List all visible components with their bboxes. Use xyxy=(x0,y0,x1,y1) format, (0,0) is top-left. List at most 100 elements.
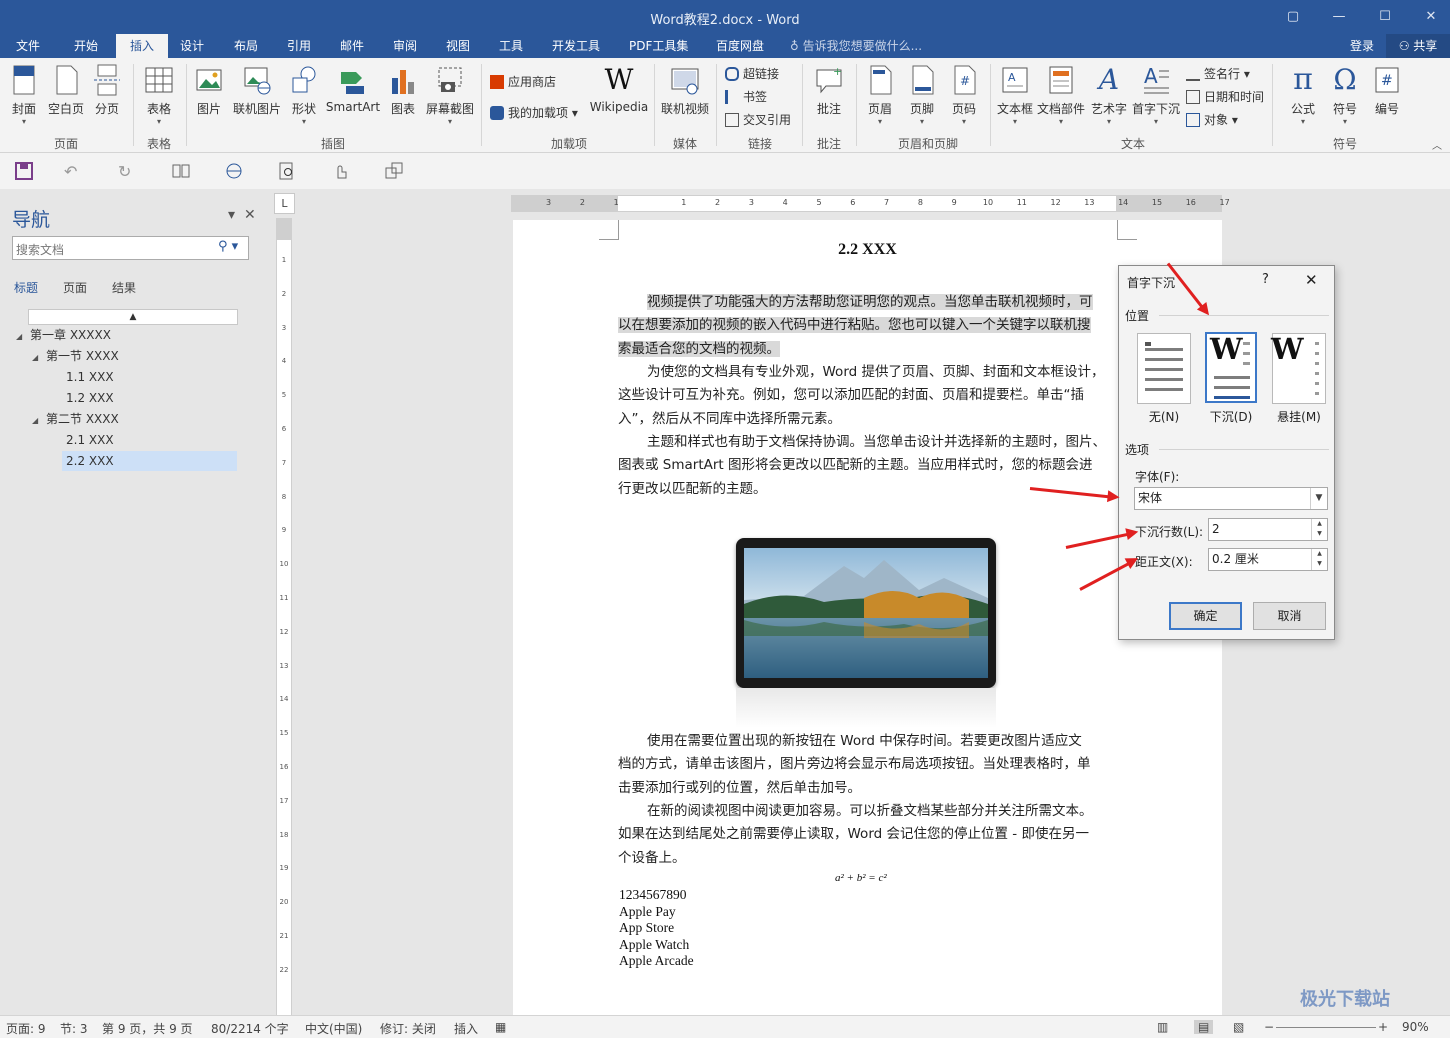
ruler-tick-label: 3 xyxy=(546,198,552,207)
nav-tab-headings[interactable]: 标题 xyxy=(14,279,38,296)
tab-references[interactable]: 引用 xyxy=(279,34,319,58)
ribbon-display-icon[interactable]: ▢ xyxy=(1270,4,1316,30)
touch-mode-icon[interactable] xyxy=(332,162,352,180)
store-button[interactable]: 应用商店 xyxy=(490,72,556,92)
save-icon[interactable] xyxy=(15,162,35,180)
web-layout-icon[interactable]: ▧ xyxy=(1233,1020,1244,1034)
shapes-button[interactable]: 形状 ▾ xyxy=(281,64,327,126)
tell-me-box[interactable]: ♁ 告诉我您想要做什么... xyxy=(790,34,922,58)
nav-heading-item[interactable]: ◢ 第一节 XXXX xyxy=(32,346,119,366)
landscape-image[interactable] xyxy=(736,538,996,688)
minimize-button[interactable]: — xyxy=(1316,4,1362,30)
dialog-close-icon[interactable]: ✕ xyxy=(1305,271,1318,289)
font-select[interactable]: 宋体 ▼ xyxy=(1134,487,1328,510)
undo-icon[interactable]: ↶ xyxy=(64,162,84,181)
distance-spinner[interactable]: ▲ ▼ xyxy=(1311,549,1327,570)
close-button[interactable]: ✕ xyxy=(1408,4,1450,30)
distance-input[interactable]: 0.2 厘米 ▲ ▼ xyxy=(1208,548,1328,571)
tab-pdf-tools[interactable]: PDF工具集 xyxy=(621,34,696,58)
maximize-button[interactable]: ☐ xyxy=(1362,4,1408,30)
share-button[interactable]: ⚇ 共享 xyxy=(1386,34,1450,58)
date-time-button[interactable]: 日期和时间 xyxy=(1186,87,1264,107)
tab-view[interactable]: 视图 xyxy=(438,34,478,58)
position-none-option[interactable] xyxy=(1137,333,1191,404)
nav-heading-item[interactable]: ◢ 第一章 XXXXX xyxy=(16,325,111,345)
nav-heading-item[interactable]: 2.1 XXX xyxy=(62,430,114,450)
tab-developer[interactable]: 开发工具 xyxy=(544,34,608,58)
tab-tools[interactable]: 工具 xyxy=(491,34,531,58)
page-break-button[interactable]: 分页 xyxy=(84,64,130,117)
nav-close-icon[interactable]: ✕ xyxy=(244,207,256,223)
help-icon[interactable]: ? xyxy=(1262,272,1269,287)
bookmark-button[interactable]: 书签 xyxy=(725,87,767,107)
tab-home[interactable]: 开始 xyxy=(66,34,106,58)
object-button[interactable]: 对象 ▾ xyxy=(1186,110,1238,130)
page-number-button[interactable]: # 页码 ▾ xyxy=(941,64,987,126)
tab-selector[interactable]: L xyxy=(274,193,295,214)
nav-search-input[interactable]: 搜索文档 ⚲ ▾ xyxy=(12,236,249,260)
globe-icon[interactable] xyxy=(225,162,245,180)
status-section[interactable]: 节: 3 xyxy=(60,1020,88,1037)
expanded-triangle-icon[interactable]: ◢ xyxy=(16,327,30,347)
drop-cap-button[interactable]: A 首字下沉 ▾ xyxy=(1132,64,1180,126)
nav-heading-item-selected[interactable]: 2.2 XXX xyxy=(62,451,237,471)
ruler-tick-label: 16 xyxy=(1185,198,1196,207)
zoom-slider[interactable] xyxy=(1276,1027,1376,1028)
tab-file[interactable]: 文件 xyxy=(8,34,48,58)
expanded-triangle-icon[interactable]: ◢ xyxy=(32,411,46,431)
customize-icon[interactable] xyxy=(385,162,405,180)
position-dropped-option[interactable]: W xyxy=(1205,332,1257,403)
status-language[interactable]: 中文(中国) xyxy=(305,1020,362,1037)
status-page[interactable]: 页面: 9 xyxy=(6,1020,46,1037)
tab-mailings[interactable]: 邮件 xyxy=(332,34,372,58)
my-addins-button[interactable]: 我的加载项 ▾ xyxy=(490,103,578,123)
zoom-in-icon[interactable]: + xyxy=(1378,1020,1388,1034)
zoom-out-icon[interactable]: − xyxy=(1264,1020,1274,1034)
two-pages-icon[interactable] xyxy=(172,162,192,180)
nav-tab-pages[interactable]: 页面 xyxy=(63,279,87,296)
nav-heading-item[interactable]: ◢ 第二节 XXXX xyxy=(32,409,119,429)
login-link[interactable]: 登录 xyxy=(1350,34,1374,58)
numbering-button[interactable]: # 编号 xyxy=(1364,64,1410,117)
screenshot-button[interactable]: 屏幕截图 ▾ xyxy=(426,64,474,126)
document-page[interactable]: 2.2 XXX 视频提供了功能强大的方法帮助您证明您的观点。当您单击联机视频时，… xyxy=(513,220,1222,1015)
nav-heading-item[interactable]: 1.1 XXX xyxy=(62,367,114,387)
tab-insert[interactable]: 插入 xyxy=(116,34,169,58)
lines-to-drop-input[interactable]: 2 ▲ ▼ xyxy=(1208,518,1328,541)
hyperlink-button[interactable]: 超链接 xyxy=(725,64,779,84)
comment-button[interactable]: + 批注 xyxy=(806,64,852,117)
signature-line-button[interactable]: 签名行 ▾ xyxy=(1186,64,1250,84)
nav-heading-item[interactable]: 1.2 XXX xyxy=(62,388,114,408)
ruler-tick-label: 1 xyxy=(613,198,619,207)
collapse-ribbon-icon[interactable]: ︿ xyxy=(1432,137,1442,152)
read-mode-icon[interactable]: ▥ xyxy=(1157,1020,1168,1034)
expanded-triangle-icon[interactable]: ◢ xyxy=(32,348,46,368)
chevron-down-icon[interactable]: ▼ xyxy=(1310,488,1327,509)
wikipedia-button[interactable]: W Wikipedia xyxy=(590,64,649,115)
svg-text:+: + xyxy=(833,65,842,78)
tab-layout[interactable]: 布局 xyxy=(226,34,266,58)
tab-review[interactable]: 审阅 xyxy=(385,34,425,58)
tab-baidu-netdisk[interactable]: 百度网盘 xyxy=(708,34,772,58)
status-insert-mode[interactable]: 插入 xyxy=(454,1020,478,1037)
print-preview-icon[interactable] xyxy=(278,162,298,180)
status-track-changes[interactable]: 修订: 关闭 xyxy=(380,1020,436,1037)
cancel-button[interactable]: 取消 xyxy=(1253,602,1326,630)
macro-record-icon[interactable]: ▦ xyxy=(495,1020,506,1034)
tab-design[interactable]: 设计 xyxy=(172,34,212,58)
margin-mark xyxy=(1117,220,1137,240)
nav-tab-results[interactable]: 结果 xyxy=(112,279,136,296)
search-icon[interactable]: ⚲ ▾ xyxy=(218,239,238,254)
print-layout-icon[interactable]: ▤ xyxy=(1194,1020,1214,1034)
status-page-of[interactable]: 第 9 页，共 9 页 xyxy=(102,1020,193,1037)
ok-button[interactable]: 确定 xyxy=(1169,602,1242,630)
cross-reference-button[interactable]: 交叉引用 xyxy=(725,110,791,130)
status-word-count[interactable]: 80/2214 个字 xyxy=(211,1020,289,1037)
nav-options-icon[interactable]: ▾ xyxy=(228,207,235,223)
online-video-button[interactable]: 联机视频 xyxy=(661,64,709,117)
redo-icon[interactable]: ↻ xyxy=(118,162,138,181)
position-margin-option[interactable]: W xyxy=(1271,332,1326,404)
zoom-level[interactable]: 90% xyxy=(1402,1020,1429,1034)
lines-spinner[interactable]: ▲ ▼ xyxy=(1311,519,1327,540)
collapse-all-icon[interactable]: ▲ xyxy=(28,309,238,325)
